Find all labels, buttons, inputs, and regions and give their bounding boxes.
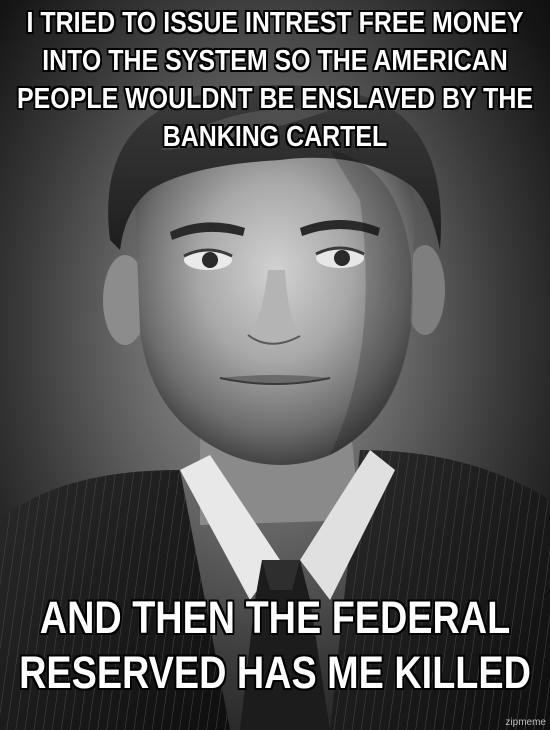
- meme-image: I TRIED TO ISSUE INTREST FREE MONEY INTO…: [0, 0, 550, 730]
- top-caption: I TRIED TO ISSUE INTREST FREE MONEY INTO…: [17, 7, 533, 153]
- bottom-caption: AND THEN THE FEDERAL RESERVED HAS ME KIL…: [19, 592, 531, 698]
- watermark: zipmeme: [505, 717, 546, 728]
